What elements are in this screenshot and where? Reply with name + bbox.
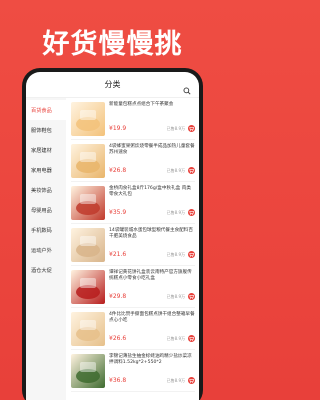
sidebar-item[interactable]: 母婴用品 xyxy=(26,200,66,220)
sidebar-item[interactable]: 家用电器 xyxy=(26,160,66,180)
product-image[interactable] xyxy=(71,102,105,136)
product-item[interactable]: 谭祥记黄花饼礼盒装云南特产官方旗舰传统糕点小零食小吃礼盒 ¥29.8 已售8.9万 xyxy=(71,266,195,308)
sidebar-item[interactable]: 手机数码 xyxy=(26,220,66,240)
sold-count: 已售8.9万 xyxy=(166,210,185,215)
sold-count: 已售8.9万 xyxy=(166,336,185,341)
product-name[interactable]: 谭祥记黄花饼礼盒装云南特产官方旗舰传统糕点小零食小吃礼盒 xyxy=(109,270,195,282)
sidebar-item[interactable]: 家居建材 xyxy=(26,140,66,160)
sold-count: 已售8.9万 xyxy=(166,378,185,383)
sidebar-item[interactable]: 美妆饰品 xyxy=(26,180,66,200)
product-list: 新能童包糕点点组合下午茶聚会 ¥19.9 已售8.9万 4袋蜂蜜果粥炊烧零餐半成品加热… xyxy=(66,98,199,400)
product-item[interactable]: 李锦记薄盐生抽金标蚝油鸡精少盐炒菜凉拌调料1.52kg*2+550*2 ¥36.8… xyxy=(71,350,195,392)
product-image[interactable] xyxy=(71,354,105,388)
add-to-cart-icon[interactable] xyxy=(188,167,195,174)
product-name[interactable]: 14袋罐装城水蛋包球型粮代餐主食配料百千肥美烧食品 xyxy=(109,228,195,240)
product-name[interactable]: 新能童包糕点点组合下午茶聚会 xyxy=(109,102,195,108)
add-to-cart-icon[interactable] xyxy=(188,377,195,384)
sold-count: 已售8.9万 xyxy=(166,294,185,299)
product-price: ¥21.6 xyxy=(109,251,127,258)
product-name[interactable]: 4袋蜂蜜果粥炊烧零餐半成品加热儿童套餐苏州速食 xyxy=(109,144,195,156)
product-name[interactable]: 金桥肉食礼盒8斤176g/盒中秋礼盒 肉类零食大礼包 xyxy=(109,186,195,198)
product-item[interactable]: 新能童包糕点点组合下午茶聚会 ¥19.9 已售8.9万 xyxy=(71,98,195,140)
product-image[interactable] xyxy=(71,270,105,304)
page-title: 分类 xyxy=(104,80,121,89)
sidebar-item[interactable]: 服饰鞋包 xyxy=(26,120,66,140)
product-info: 4袋蜂蜜果粥炊烧零餐半成品加热儿童套餐苏州速食 ¥26.8 已售8.9万 xyxy=(109,144,195,181)
product-price: ¥36.8 xyxy=(109,377,127,384)
add-to-cart-icon[interactable] xyxy=(188,251,195,258)
product-price: ¥19.9 xyxy=(109,125,127,132)
product-info: 李锦记薄盐生抽金标蚝油鸡精少盐炒菜凉拌调料1.52kg*2+550*2 ¥36.8… xyxy=(109,354,195,391)
product-image[interactable] xyxy=(71,144,105,178)
product-info: 金桥肉食礼盒8斤176g/盒中秋礼盒 肉类零食大礼包 ¥35.9 已售8.9万 xyxy=(109,186,195,223)
search-icon[interactable] xyxy=(183,80,191,95)
product-name[interactable]: 4件比比赞手撕面包糕点饼干组合整箱早餐点心小吃 xyxy=(109,312,195,324)
add-to-cart-icon[interactable] xyxy=(188,293,195,300)
sold-count: 已售8.9万 xyxy=(166,126,185,131)
product-image[interactable] xyxy=(71,312,105,346)
product-info: 新能童包糕点点组合下午茶聚会 ¥19.9 已售8.9万 xyxy=(109,102,195,139)
phone-frame: 分类 百货食品 服饰鞋包 家居建材 家用电器 美妆饰品 母婴用品 手机数码 运动户外 酒仓大促 … xyxy=(22,68,203,400)
add-to-cart-icon[interactable] xyxy=(188,335,195,342)
sidebar-item[interactable]: 运动户外 xyxy=(26,240,66,260)
add-to-cart-icon[interactable] xyxy=(188,125,195,132)
sidebar-item[interactable]: 酒仓大促 xyxy=(26,260,66,280)
product-item[interactable]: 金桥肉食礼盒8斤176g/盒中秋礼盒 肉类零食大礼包 ¥35.9 已售8.9万 xyxy=(71,182,195,224)
product-price: ¥26.6 xyxy=(109,335,127,342)
sold-count: 已售8.9万 xyxy=(166,168,185,173)
product-info: 4件比比赞手撕面包糕点饼干组合整箱早餐点心小吃 ¥26.6 已售8.9万 xyxy=(109,312,195,349)
sold-count: 已售8.9万 xyxy=(166,252,185,257)
hero-title: 好货慢慢挑 xyxy=(42,29,183,60)
product-price: ¥29.8 xyxy=(109,293,127,300)
add-to-cart-icon[interactable] xyxy=(188,209,195,216)
product-price: ¥26.8 xyxy=(109,167,127,174)
product-image[interactable] xyxy=(71,228,105,262)
product-image[interactable] xyxy=(71,186,105,220)
product-item[interactable]: 4袋蜂蜜果粥炊烧零餐半成品加热儿童套餐苏州速食 ¥26.8 已售8.9万 xyxy=(71,140,195,182)
product-item[interactable]: 4件比比赞手撕面包糕点饼干组合整箱早餐点心小吃 ¥26.6 已售8.9万 xyxy=(71,308,195,350)
product-item[interactable]: 14袋罐装城水蛋包球型粮代餐主食配料百千肥美烧食品 ¥21.6 已售8.9万 xyxy=(71,224,195,266)
top-bar: 分类 xyxy=(26,72,199,98)
product-name[interactable]: 李锦记薄盐生抽金标蚝油鸡精少盐炒菜凉拌调料1.52kg*2+550*2 xyxy=(109,354,195,366)
product-info: 14袋罐装城水蛋包球型粮代餐主食配料百千肥美烧食品 ¥21.6 已售8.9万 xyxy=(109,228,195,265)
category-sidebar: 百货食品 服饰鞋包 家居建材 家用电器 美妆饰品 母婴用品 手机数码 运动户外 酒仓大促 xyxy=(26,98,66,400)
app-screen: 分类 百货食品 服饰鞋包 家居建材 家用电器 美妆饰品 母婴用品 手机数码 运动户外 酒仓大促 … xyxy=(26,72,199,400)
sidebar-item[interactable]: 百货食品 xyxy=(26,100,66,120)
product-info: 谭祥记黄花饼礼盒装云南特产官方旗舰传统糕点小零食小吃礼盒 ¥29.8 已售8.9万 xyxy=(109,270,195,307)
product-price: ¥35.9 xyxy=(109,209,127,216)
